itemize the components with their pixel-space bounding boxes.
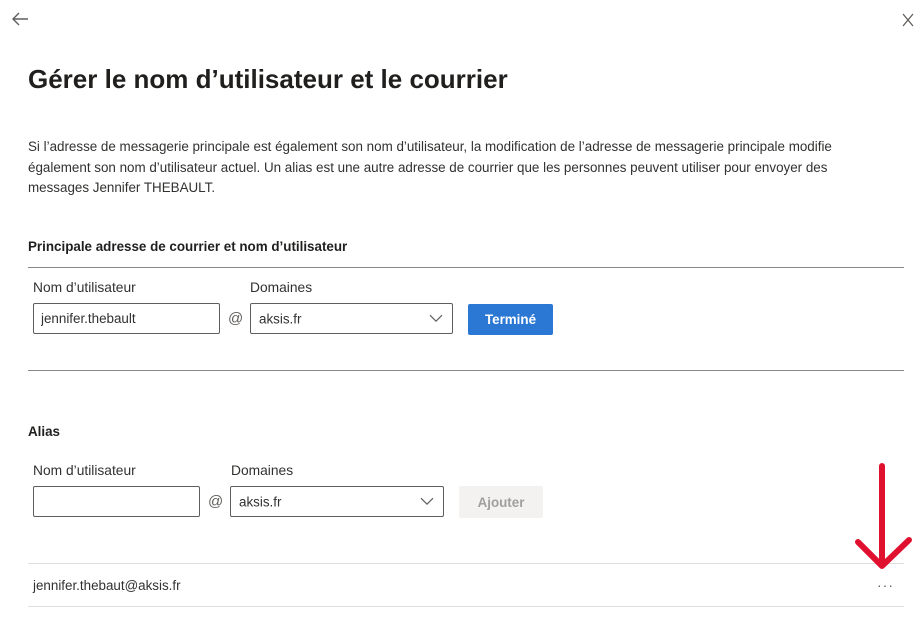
page-title: Gérer le nom d’utilisateur et le courrie… <box>28 64 508 94</box>
primary-username-field[interactable] <box>33 303 220 334</box>
alias-list-item-email: jennifer.thebaut@aksis.fr <box>33 578 181 593</box>
primary-domain-dropdown[interactable]: aksis.fr <box>250 303 453 334</box>
alias-username-field[interactable] <box>33 486 200 517</box>
done-button[interactable]: Terminé <box>468 304 553 335</box>
alias-domain-value: aksis.fr <box>239 494 282 509</box>
alias-domain-dropdown[interactable]: aksis.fr <box>230 486 444 517</box>
primary-domain-label: Domaines <box>250 280 313 295</box>
alias-at-symbol: @ <box>208 493 224 510</box>
primary-username-label: Nom d’utilisateur <box>33 280 136 295</box>
close-button[interactable] <box>902 12 914 30</box>
chevron-down-icon <box>420 497 434 505</box>
primary-at-symbol: @ <box>228 310 244 327</box>
primary-domain-value: aksis.fr <box>259 311 302 326</box>
primary-section-title: Principale adresse de courrier et nom d’… <box>28 239 348 254</box>
add-alias-button[interactable]: Ajouter <box>459 486 543 518</box>
arrow-left-icon <box>12 12 28 26</box>
close-icon <box>902 13 914 27</box>
alias-list-bottom-divider <box>28 606 904 607</box>
chevron-down-icon <box>429 314 443 322</box>
primary-section-divider <box>28 267 904 268</box>
alias-section-title: Alias <box>28 424 61 439</box>
alias-domain-label: Domaines <box>231 463 294 478</box>
red-arrow-down-icon <box>855 463 912 569</box>
back-button[interactable] <box>10 10 30 31</box>
alias-list-top-divider <box>28 563 904 564</box>
alias-username-label: Nom d’utilisateur <box>33 463 136 478</box>
description-text: Si l’adresse de messagerie principale es… <box>28 139 832 195</box>
primary-section-bottom-divider <box>28 370 904 371</box>
